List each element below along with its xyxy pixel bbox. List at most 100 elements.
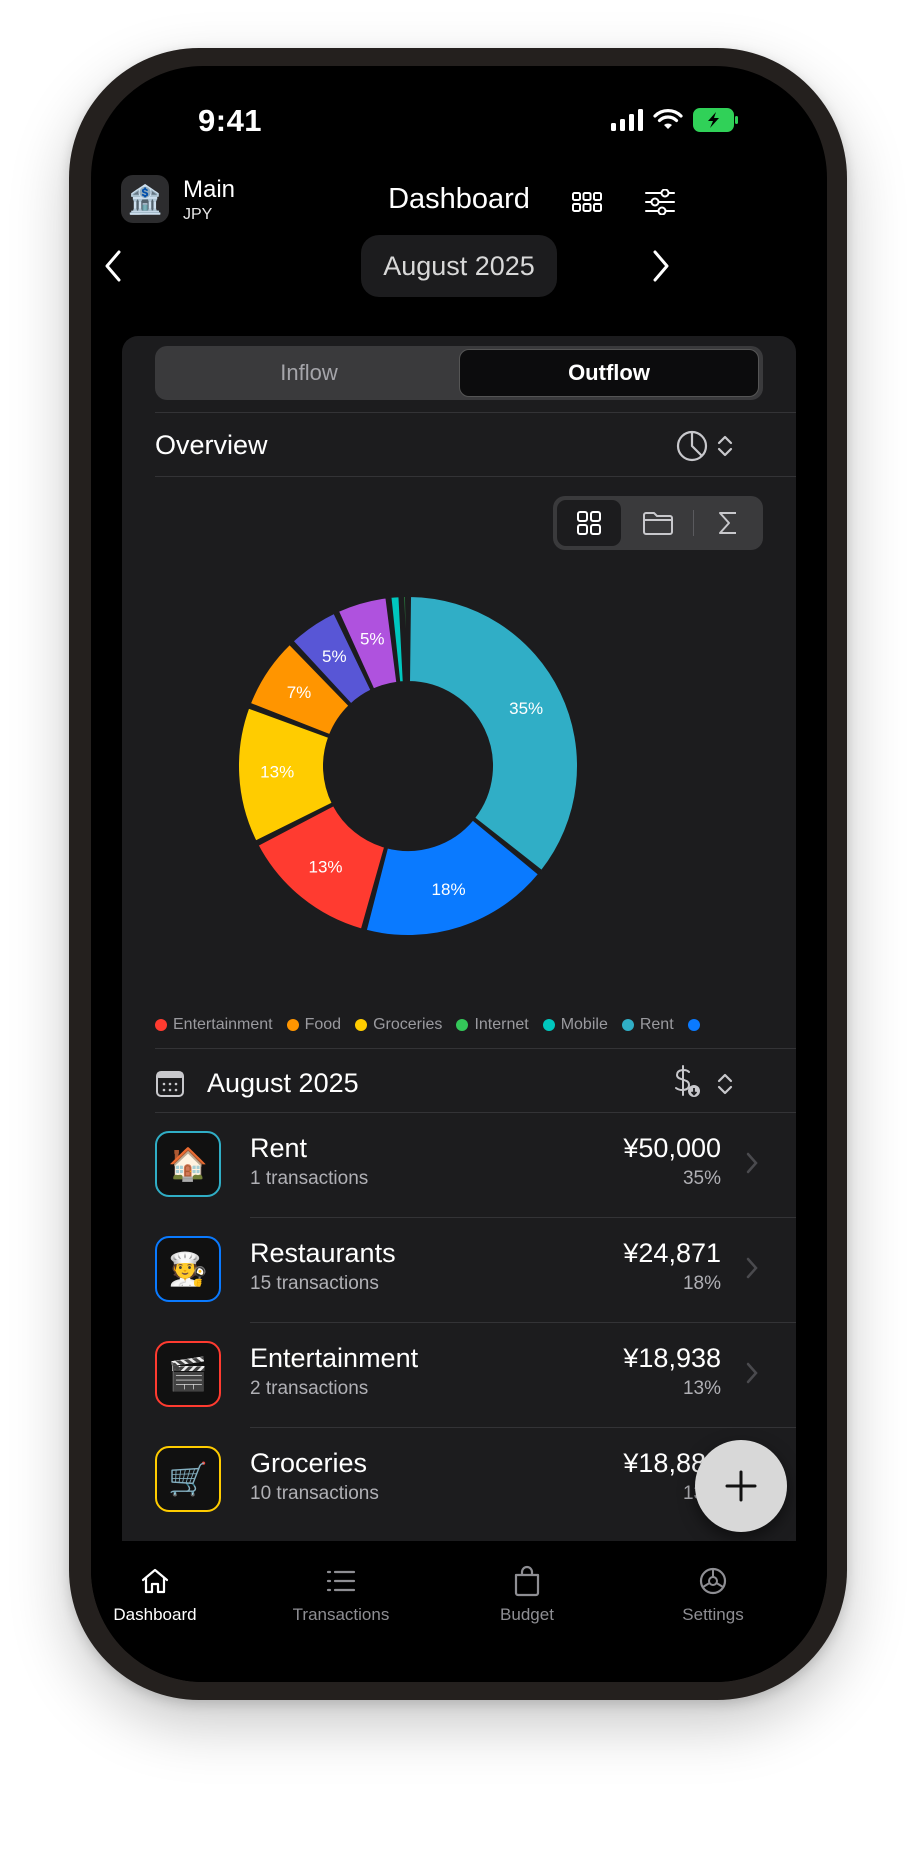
tab-label: Dashboard bbox=[113, 1605, 197, 1624]
category-row-restaurants[interactable]: 🧑‍🍳 Restaurants 15 transactions ¥24,871 … bbox=[122, 1219, 796, 1323]
legend-label: Entertainment bbox=[173, 1016, 273, 1033]
tab-label: Settings bbox=[682, 1605, 744, 1624]
slice-percent-label: 35% bbox=[509, 699, 543, 718]
slice-percent-label: 13% bbox=[309, 857, 343, 876]
tab-dashboard[interactable]: Dashboard bbox=[91, 1561, 230, 1625]
overview-title: Overview bbox=[155, 430, 268, 460]
separator bbox=[693, 510, 694, 536]
slice-percent-label: 7% bbox=[287, 683, 312, 702]
category-percent: 18% bbox=[682, 1273, 721, 1294]
chef-icon: 🧑‍🍳 bbox=[155, 1236, 221, 1302]
house-icon: 🏠 bbox=[155, 1131, 221, 1197]
transaction-count: 15 transactions bbox=[250, 1273, 379, 1294]
slice-percent-label: 18% bbox=[432, 880, 466, 899]
category-amount: ¥24,871 bbox=[623, 1238, 721, 1268]
legend-item: Rent bbox=[621, 1016, 674, 1034]
dashboard-card: Inflow Outflow Overview 35% 18% 13% 13% … bbox=[122, 336, 796, 1601]
legend-color-dot bbox=[355, 1019, 368, 1031]
grid-mode-icon[interactable] bbox=[557, 500, 621, 546]
grid-view-icon[interactable] bbox=[569, 184, 605, 220]
flow-segmented-control: Inflow Outflow bbox=[155, 346, 763, 400]
legend-label: Internet bbox=[474, 1016, 529, 1033]
outflow-tab[interactable]: Outflow bbox=[459, 349, 759, 397]
legend-color-dot bbox=[286, 1019, 299, 1031]
shopping-cart-icon: 🛒 bbox=[155, 1446, 221, 1512]
house-icon bbox=[91, 1561, 230, 1601]
legend-label: Mobile bbox=[560, 1016, 608, 1033]
legend-item: Food bbox=[286, 1016, 342, 1034]
sum-mode-icon[interactable] bbox=[696, 500, 760, 546]
period-title: August 2025 bbox=[207, 1068, 359, 1098]
add-transaction-button[interactable] bbox=[695, 1440, 787, 1532]
divider bbox=[155, 1112, 796, 1113]
tab-settings[interactable]: Settings bbox=[638, 1561, 788, 1625]
currency-sort-icon[interactable] bbox=[672, 1064, 702, 1105]
sort-updown-chevron-icon[interactable] bbox=[717, 434, 733, 463]
gear-icon bbox=[638, 1561, 788, 1601]
list-icon bbox=[266, 1561, 416, 1601]
status-icons bbox=[611, 108, 739, 132]
legend-item bbox=[687, 1016, 700, 1034]
transaction-count: 10 transactions bbox=[250, 1483, 379, 1504]
inflow-tab[interactable]: Inflow bbox=[159, 349, 459, 397]
outflow-donut-chart: 35% 18% 13% 13% 7% 5% 5% bbox=[237, 595, 579, 937]
legend-color-dot bbox=[621, 1019, 634, 1031]
category-row-rent[interactable]: 🏠 Rent 1 transactions ¥50,000 35% bbox=[122, 1114, 796, 1218]
view-mode-segmented-control bbox=[553, 496, 763, 550]
category-name: Restaurants bbox=[250, 1238, 396, 1268]
tab-label: Budget bbox=[500, 1605, 554, 1624]
category-row-entertainment[interactable]: 🎬 Entertainment 2 transactions ¥18,938 1… bbox=[122, 1324, 796, 1428]
folder-mode-icon[interactable] bbox=[626, 500, 690, 546]
legend-color-dot bbox=[542, 1019, 555, 1031]
divider bbox=[250, 1322, 796, 1323]
divider bbox=[155, 476, 796, 477]
battery-charging-icon bbox=[693, 108, 738, 132]
legend-color-dot bbox=[155, 1019, 167, 1031]
category-name: Entertainment bbox=[250, 1343, 419, 1373]
plus-icon bbox=[725, 1470, 757, 1502]
tab-transactions[interactable]: Transactions bbox=[266, 1561, 416, 1625]
legend-label: Rent bbox=[639, 1016, 674, 1033]
wifi-icon bbox=[653, 109, 683, 129]
divider bbox=[250, 1217, 796, 1218]
divider bbox=[155, 412, 796, 413]
clapper-board-icon: 🎬 bbox=[155, 1341, 221, 1407]
tab-budget[interactable]: Budget bbox=[452, 1561, 602, 1625]
divider bbox=[155, 1048, 796, 1049]
slice-percent-label: 5% bbox=[360, 629, 385, 648]
bag-icon bbox=[452, 1561, 602, 1601]
app-screen: 9:41 🏦 Main JPY Dashboard August 2025 In… bbox=[91, 66, 827, 1682]
legend-item: Entertainment bbox=[155, 1016, 273, 1034]
legend-color-dot bbox=[456, 1019, 469, 1031]
category-percent: 35% bbox=[682, 1168, 721, 1189]
filter-sliders-icon[interactable] bbox=[642, 184, 678, 220]
category-name: Rent bbox=[250, 1133, 308, 1163]
donut-slice[interactable] bbox=[408, 595, 579, 873]
next-month-chevron-icon[interactable] bbox=[641, 242, 681, 290]
transaction-count: 2 transactions bbox=[250, 1378, 369, 1399]
transaction-count: 1 transactions bbox=[250, 1168, 369, 1189]
tab-label: Transactions bbox=[292, 1605, 390, 1624]
calendar-icon bbox=[155, 1068, 185, 1103]
signal-icon bbox=[611, 109, 643, 131]
legend-label: Food bbox=[304, 1016, 342, 1033]
slice-percent-label: 13% bbox=[260, 763, 294, 782]
previous-month-chevron-icon[interactable] bbox=[93, 242, 133, 290]
legend-item: Groceries bbox=[355, 1016, 442, 1034]
legend-color-dot bbox=[687, 1019, 700, 1031]
tab-bar: Dashboard Transactions Budget Settings bbox=[91, 1541, 827, 1682]
month-selector[interactable]: August 2025 bbox=[361, 235, 557, 297]
category-amount: ¥50,000 bbox=[623, 1133, 721, 1163]
chevron-right-icon bbox=[746, 1362, 758, 1384]
chevron-right-icon bbox=[746, 1257, 758, 1279]
page-title: Dashboard bbox=[388, 183, 530, 215]
category-amount: ¥18,938 bbox=[623, 1343, 721, 1373]
legend-label: Groceries bbox=[373, 1016, 443, 1033]
chevron-right-icon bbox=[746, 1152, 758, 1174]
chart-type-pie-icon[interactable] bbox=[675, 429, 709, 468]
legend-item: Mobile bbox=[542, 1016, 608, 1034]
status-time: 9:41 bbox=[198, 103, 263, 138]
chart-legend: Entertainment Food Groceries Internet Mobile… bbox=[155, 1016, 700, 1034]
category-percent: 13% bbox=[682, 1378, 721, 1399]
sort-updown-chevron-icon[interactable] bbox=[717, 1072, 733, 1101]
